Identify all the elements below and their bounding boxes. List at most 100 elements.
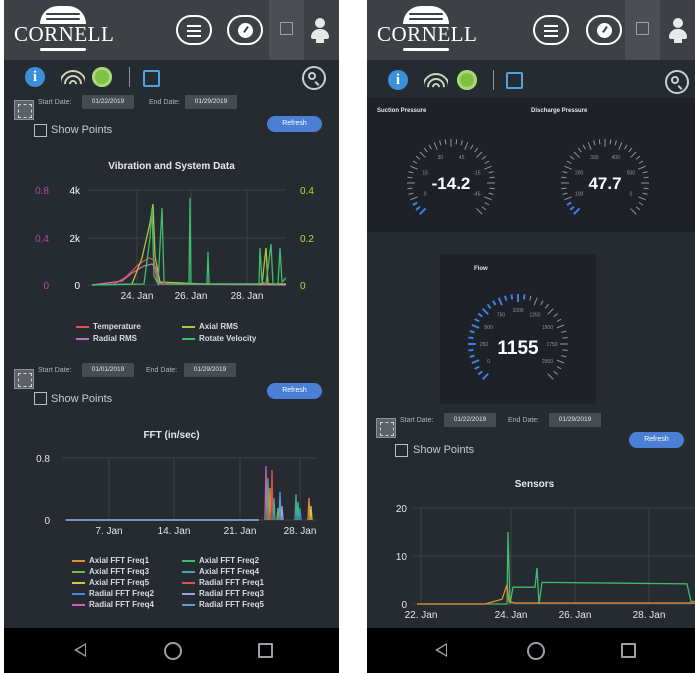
start-date-label: Start Date: [38,99,72,106]
legend-item[interactable]: Radial RMS [76,334,137,343]
legend-item[interactable]: Rotate Velocity [182,334,256,343]
legend-item[interactable]: Radial FFT Freq2 [72,589,154,598]
gauge-tick [618,142,623,150]
y-tick-label: 0.8 [35,186,49,197]
series-line [417,531,695,605]
search-icon[interactable] [302,66,326,90]
gauge-tick [556,324,565,329]
refresh-button[interactable]: Refresh [267,383,322,399]
legend-item[interactable]: Radial FFT Freq5 [182,600,264,609]
recents-icon[interactable] [621,643,636,658]
gauge-tick [547,308,554,315]
hamburger-menu-icon[interactable] [533,15,569,45]
legend-item[interactable]: Radial FFT Freq4 [72,600,154,609]
start-date-input[interactable]: 01/22/2019 [444,413,496,427]
gauge-tick [492,300,497,306]
start-date-label: Start Date: [400,417,434,424]
gauge-tick [455,139,458,145]
divider [129,67,130,87]
gauge-tick [497,297,503,306]
show-points-label: Show Points [51,124,113,136]
fullscreen-icon[interactable] [14,369,34,389]
gauge-tick [522,294,526,300]
y-tick-label: 0.4 [35,234,49,245]
legend-label: Rotate Velocity [199,334,257,343]
legend-swatch [76,325,89,328]
gauge-tick-label: 1500 [542,325,553,331]
gauge-tick [415,155,421,160]
gauge-tick [566,201,572,206]
expand-icon[interactable] [625,0,660,60]
legend-item[interactable]: Radial FFT Freq3 [182,589,264,598]
back-icon[interactable] [435,643,447,657]
refresh-button[interactable]: Refresh [629,432,684,448]
gauge-value: 1155 [497,338,539,359]
start-date-input[interactable]: 01/01/2019 [82,363,134,377]
gauge-tick [428,144,432,150]
legend-item[interactable]: Axial FFT Freq2 [182,556,259,565]
gauge-tick [464,142,469,150]
edit-icon[interactable] [143,70,160,87]
end-date-input[interactable]: 01/29/2019 [549,413,601,427]
gauge-tick [573,207,581,215]
search-icon[interactable] [665,70,689,94]
y-tick-label: 0 [44,516,50,527]
expand-icon[interactable] [269,0,304,60]
legend-item[interactable]: Axial FFT Freq1 [72,556,149,565]
refresh-button[interactable]: Refresh [267,116,322,132]
legend-item[interactable]: Temperature [76,322,141,331]
toolbar: i [4,62,339,92]
legend-label: Radial FFT Freq4 [89,600,154,609]
legend-swatch [182,559,195,562]
user-icon[interactable] [310,18,330,44]
gauge-tick [553,313,558,318]
show-points-checkbox[interactable] [34,392,47,405]
legend-swatch [76,337,89,340]
end-date-input[interactable]: 01/29/2019 [185,95,237,109]
x-tick-label: 7. Jan [95,526,122,537]
show-points-checkbox[interactable] [395,444,408,457]
gauge-tick [469,330,475,334]
legend-item[interactable]: Axial FFT Freq5 [72,578,149,587]
gauge-tick [468,348,474,352]
end-date-input[interactable]: 01/29/2019 [184,363,236,377]
speedometer-icon[interactable] [227,15,263,45]
edit-icon[interactable] [506,72,523,89]
toolbar: i [367,62,695,94]
legend-swatch [72,570,85,573]
start-date-input[interactable]: 01/22/2019 [82,95,134,109]
gauge-tick [477,370,483,376]
y-tick-label: 0.4 [300,186,314,197]
home-icon[interactable] [164,642,182,660]
fullscreen-icon[interactable] [376,418,396,438]
legend-item[interactable]: Axial FFT Freq3 [72,567,149,576]
info-icon[interactable]: i [25,67,45,87]
series-line [91,197,287,287]
legend-item[interactable]: Axial FFT Freq4 [182,567,259,576]
gauge-tick [540,300,544,306]
show-points-checkbox[interactable] [34,124,47,137]
x-tick-label: 24. Jan [495,610,528,621]
gauge-tick [415,205,421,211]
chart-title: Sensors [514,479,555,490]
app-header: CORNELL [4,0,339,60]
fullscreen-icon[interactable] [14,100,34,120]
info-icon[interactable]: i [388,70,408,90]
hamburger-menu-icon[interactable] [176,15,212,45]
sensors-chart: 22. Jan 24. Jan 26. Jan 28. Jan 0 10 20 [396,504,695,621]
speedometer-icon[interactable] [586,15,622,45]
gauge-tick [433,142,438,150]
back-icon[interactable] [74,643,86,657]
gauge-tick [638,160,644,164]
show-points-label: Show Points [413,444,475,456]
gauge-tick-label: 45 [459,155,465,161]
user-icon[interactable] [668,18,688,44]
gauge-tick [564,196,572,201]
legend-item[interactable]: Radial FFT Freq1 [182,578,264,587]
gauge-tick [419,151,426,158]
recents-icon[interactable] [258,643,273,658]
gauge-tick [642,171,648,174]
legend-item[interactable]: Axial RMS [182,322,238,331]
gauge-tick [412,160,418,164]
home-icon[interactable] [527,642,545,660]
